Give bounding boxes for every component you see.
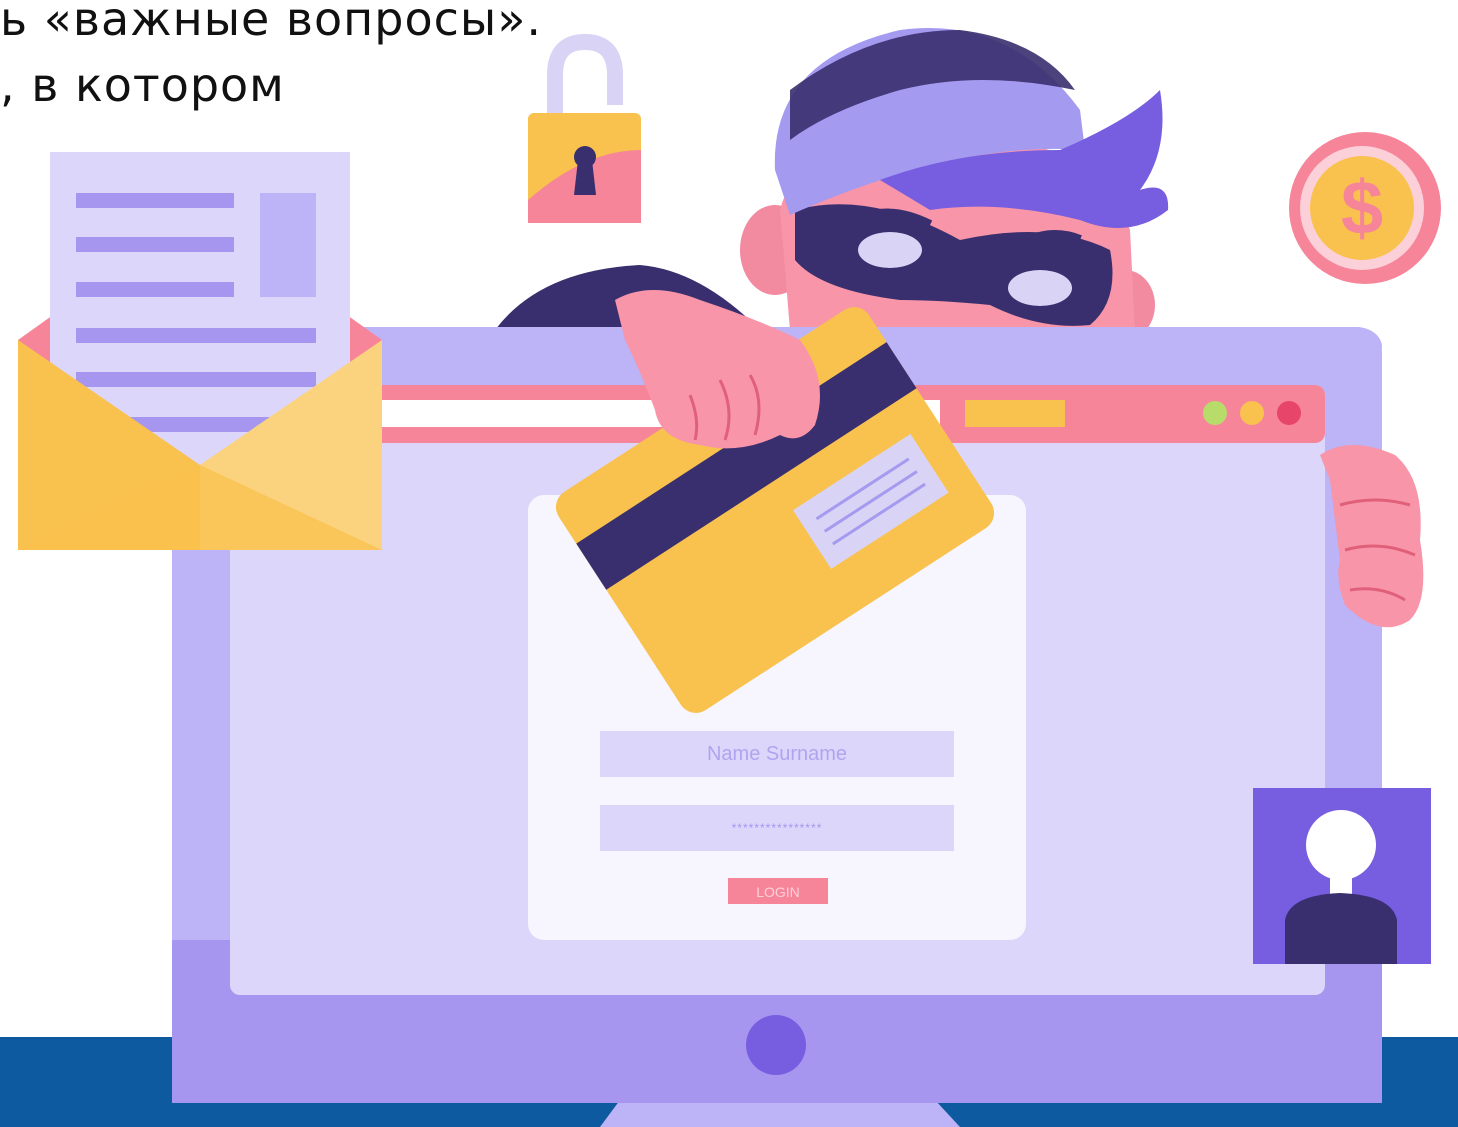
user-avatar-icon xyxy=(1253,788,1431,964)
browser-dot-green xyxy=(1203,401,1227,425)
envelope-icon xyxy=(18,152,382,550)
monitor-power-button xyxy=(746,1015,806,1075)
hacker xyxy=(740,27,1169,340)
browser-dot-red xyxy=(1277,401,1301,425)
password-field-mask: **************** xyxy=(732,821,823,835)
name-field-placeholder: Name Surname xyxy=(707,743,847,765)
coin-symbol: $ xyxy=(1341,166,1383,251)
dollar-coin-icon: $ xyxy=(1289,132,1441,284)
monitor-stand xyxy=(600,1100,960,1127)
hacker-illustration: Name Surname **************** LOGIN $ xyxy=(0,27,1458,1127)
browser-dot-yellow xyxy=(1240,401,1264,425)
padlock-icon xyxy=(528,33,641,223)
login-button-label: LOGIN xyxy=(756,884,800,900)
